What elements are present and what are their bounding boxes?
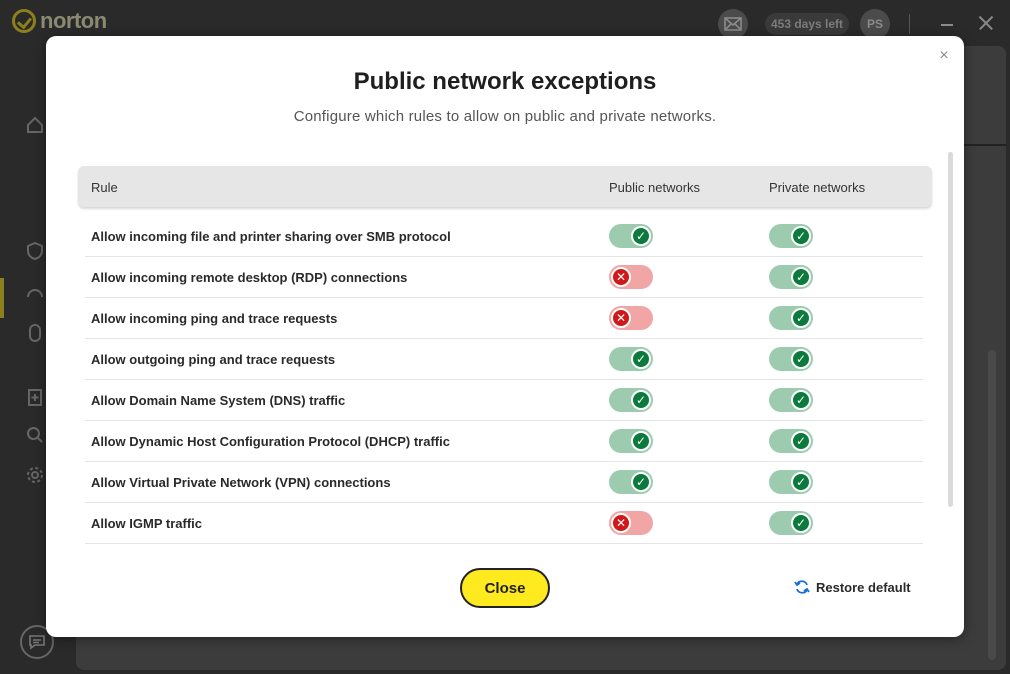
- subscription-days-badge[interactable]: 453 days left: [765, 13, 850, 35]
- check-icon: ✓: [791, 390, 811, 410]
- table-row: Allow outgoing ping and trace requests ✓ ✓: [85, 339, 923, 380]
- private-network-toggle[interactable]: ✓: [769, 470, 813, 494]
- close-window-button[interactable]: [975, 12, 997, 34]
- restore-default-label: Restore default: [816, 579, 911, 595]
- check-icon: ✓: [791, 472, 811, 492]
- column-header-private: Private networks: [769, 180, 866, 195]
- rule-label: Allow incoming remote desktop (RDP) conn…: [91, 270, 408, 285]
- norton-check-icon: [12, 9, 36, 33]
- dialog-title: Public network exceptions: [353, 68, 657, 95]
- public-network-toggle[interactable]: ✕: [609, 511, 653, 535]
- gear-icon[interactable]: [24, 464, 46, 486]
- home-icon[interactable]: [24, 114, 46, 136]
- check-icon: ✓: [631, 472, 651, 492]
- rule-label: Allow incoming file and printer sharing …: [91, 229, 451, 244]
- table-row: Allow incoming ping and trace requests ✕ ✓: [85, 298, 923, 339]
- mail-button[interactable]: [718, 9, 748, 39]
- rules-table-body: Allow incoming file and printer sharing …: [85, 216, 923, 544]
- check-icon: ✓: [631, 349, 651, 369]
- rule-label: Allow incoming ping and trace requests: [91, 311, 338, 326]
- private-network-toggle[interactable]: ✓: [769, 347, 813, 371]
- rule-label: Allow Virtual Private Network (VPN) conn…: [91, 475, 391, 490]
- shield-icon[interactable]: [24, 240, 46, 262]
- close-button[interactable]: Close: [460, 568, 550, 608]
- public-network-toggle[interactable]: ✓: [609, 429, 653, 453]
- private-network-toggle[interactable]: ✓: [769, 388, 813, 412]
- clipboard-add-icon[interactable]: [24, 386, 46, 408]
- account-avatar[interactable]: PS: [860, 9, 890, 39]
- x-icon: ✕: [611, 267, 631, 287]
- dialog-scrollbar[interactable]: [948, 152, 953, 507]
- check-icon: ✓: [631, 431, 651, 451]
- brand-name: norton: [40, 8, 107, 33]
- x-icon: ✕: [611, 308, 631, 328]
- search-icon[interactable]: [24, 424, 46, 446]
- check-icon: ✓: [791, 308, 811, 328]
- check-icon: ✓: [791, 431, 811, 451]
- rules-table-header: Rule Public networks Private networks: [78, 166, 932, 207]
- sidebar-active-indicator: [0, 278, 4, 318]
- check-icon: ✓: [791, 267, 811, 287]
- check-icon: ✓: [791, 349, 811, 369]
- check-icon: ✓: [631, 390, 651, 410]
- table-row: Allow IGMP traffic ✕ ✓: [85, 503, 923, 544]
- dialog-close-icon[interactable]: ×: [937, 48, 951, 64]
- public-network-toggle[interactable]: ✓: [609, 347, 653, 371]
- refresh-icon: [794, 580, 810, 594]
- rule-label: Allow IGMP traffic: [91, 516, 202, 531]
- chat-icon: [29, 635, 45, 650]
- table-row: Allow incoming file and printer sharing …: [85, 216, 923, 257]
- public-network-toggle[interactable]: ✓: [609, 470, 653, 494]
- table-row: Allow Dynamic Host Configuration Protoco…: [85, 421, 923, 462]
- table-row: Allow incoming remote desktop (RDP) conn…: [85, 257, 923, 298]
- check-icon: ✓: [791, 226, 811, 246]
- x-icon: ✕: [611, 513, 631, 533]
- public-network-toggle[interactable]: ✕: [609, 306, 653, 330]
- restore-default-button[interactable]: Restore default: [794, 579, 911, 595]
- table-row: Allow Domain Name System (DNS) traffic ✓ ✓: [85, 380, 923, 421]
- private-network-toggle[interactable]: ✓: [769, 511, 813, 535]
- rule-label: Allow Dynamic Host Configuration Protoco…: [91, 434, 450, 449]
- private-network-toggle[interactable]: ✓: [769, 224, 813, 248]
- rule-label: Allow outgoing ping and trace requests: [91, 352, 336, 367]
- minimize-button[interactable]: [937, 14, 957, 34]
- column-header-public: Public networks: [609, 180, 701, 195]
- dialog-subtitle: Configure which rules to allow on public…: [293, 108, 717, 125]
- fingerprint-icon[interactable]: [24, 322, 46, 344]
- public-network-toggle[interactable]: ✕: [609, 265, 653, 289]
- private-network-toggle[interactable]: ✓: [769, 265, 813, 289]
- check-icon: ✓: [791, 513, 811, 533]
- public-network-toggle[interactable]: ✓: [609, 388, 653, 412]
- check-icon: ✓: [631, 226, 651, 246]
- norton-logo: norton: [12, 8, 107, 34]
- column-header-rule: Rule: [91, 180, 118, 195]
- speedometer-icon[interactable]: [24, 282, 46, 304]
- public-network-exceptions-dialog: × Public network exceptions Configure wh…: [46, 36, 964, 637]
- mail-icon: [724, 17, 742, 31]
- background-scrollbar[interactable]: [988, 350, 996, 660]
- private-network-toggle[interactable]: ✓: [769, 429, 813, 453]
- rule-label: Allow Domain Name System (DNS) traffic: [91, 393, 346, 408]
- private-network-toggle[interactable]: ✓: [769, 306, 813, 330]
- title-divider: [909, 14, 910, 34]
- table-row: Allow Virtual Private Network (VPN) conn…: [85, 462, 923, 503]
- public-network-toggle[interactable]: ✓: [609, 224, 653, 248]
